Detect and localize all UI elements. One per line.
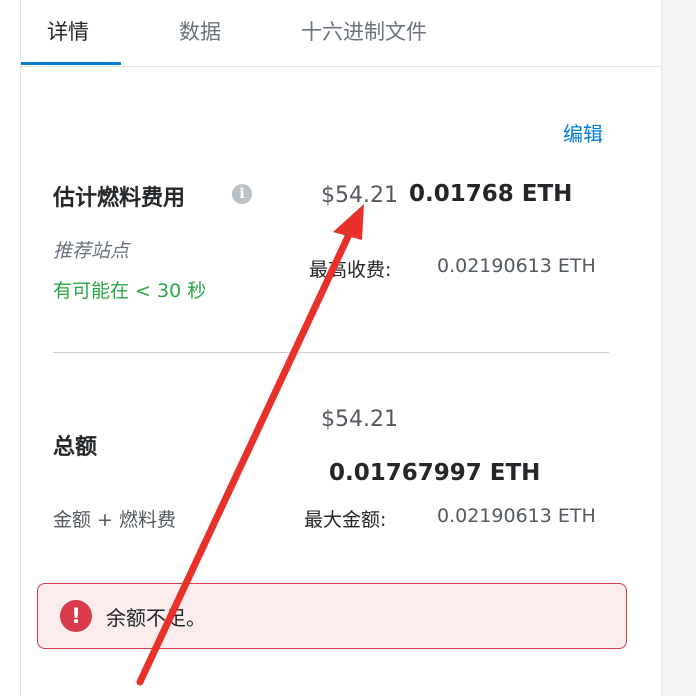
- background-strip: [661, 0, 696, 696]
- max-fee-value: 0.02190613 ETH: [437, 255, 596, 277]
- transaction-details-panel: 详情 数据 十六进制文件 编辑 估计燃料费用 i $54.21 0.01768 …: [20, 0, 662, 696]
- total-usd: $54.21: [321, 407, 398, 432]
- edit-button[interactable]: 编辑: [563, 118, 603, 147]
- tab-details[interactable]: 详情: [47, 16, 89, 46]
- total-title: 总额: [53, 435, 98, 460]
- total-eth: 0.01767997 ETH: [329, 460, 541, 486]
- site-suggested-label: 推荐站点: [53, 240, 130, 262]
- section-divider: [53, 352, 609, 353]
- active-tab-indicator: [21, 62, 121, 65]
- eta-text: 有可能在 < 30 秒: [53, 280, 207, 302]
- tab-hex[interactable]: 十六进制文件: [301, 16, 427, 46]
- exclamation-icon: !: [60, 600, 92, 632]
- gas-fee-eth: 0.01768 ETH: [409, 181, 573, 207]
- max-amount-value: 0.02190613 ETH: [437, 505, 596, 527]
- max-fee-label: 最高收费:: [309, 259, 392, 281]
- tab-data[interactable]: 数据: [179, 16, 221, 46]
- max-amount-label: 最大金额:: [304, 509, 387, 531]
- info-icon[interactable]: i: [232, 184, 252, 204]
- insufficient-funds-alert: ! 余额不足。: [37, 583, 627, 649]
- alert-text: 余额不足。: [106, 606, 206, 630]
- amount-plus-gas-label: 金额 + 燃料费: [53, 509, 176, 531]
- tab-bar: 详情 数据 十六进制文件: [21, 0, 661, 67]
- gas-fee-usd: $54.21: [321, 183, 398, 208]
- gas-fee-title: 估计燃料费用: [53, 186, 186, 211]
